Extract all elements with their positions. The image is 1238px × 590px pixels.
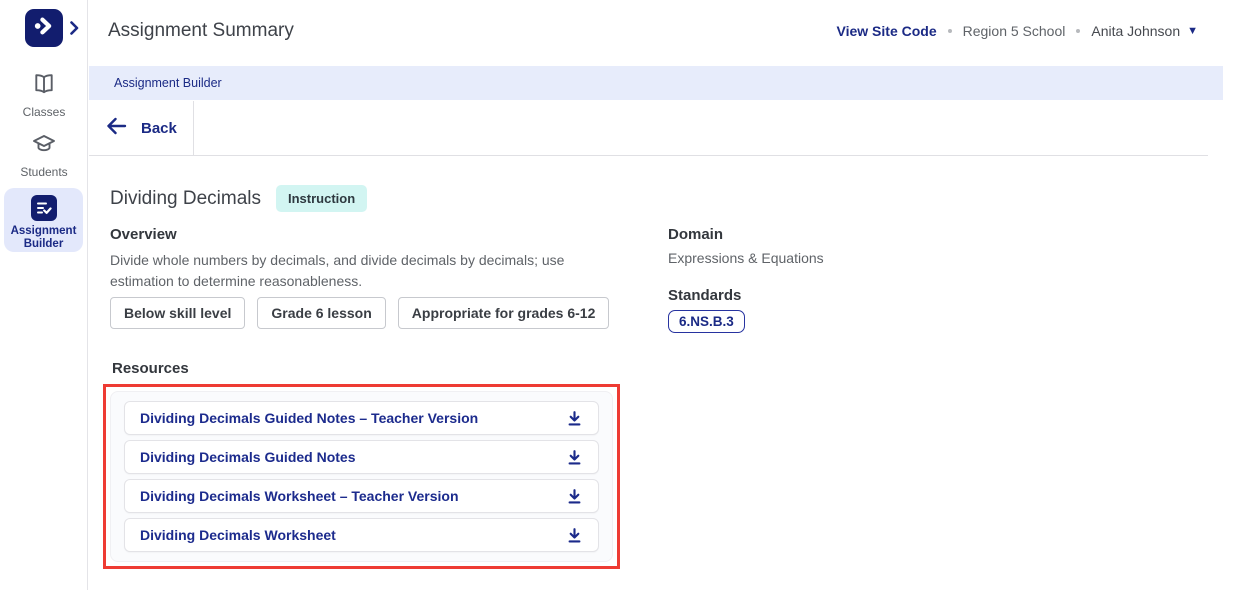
app-logo[interactable]: [25, 9, 63, 47]
resource-title: Dividing Decimals Guided Notes: [140, 449, 356, 465]
tag-appropriate-grades: Appropriate for grades 6-12: [398, 297, 610, 329]
separator-dot: [1076, 29, 1080, 33]
back-button[interactable]: Back: [106, 100, 177, 156]
resource-row[interactable]: Dividing Decimals Worksheet: [124, 518, 599, 552]
download-icon: [566, 488, 583, 505]
sidebar-expand-icon[interactable]: [70, 21, 79, 40]
assignment-builder-icon: [31, 195, 57, 221]
resource-title: Dividing Decimals Worksheet: [140, 527, 336, 543]
resource-title: Dividing Decimals Worksheet – Teacher Ve…: [140, 488, 459, 504]
header-meta: View Site Code Region 5 School Anita Joh…: [837, 23, 1198, 39]
divider: [89, 155, 1208, 156]
standards-heading: Standards: [668, 287, 741, 304]
arrow-left-icon: [106, 117, 127, 140]
download-button[interactable]: [566, 527, 583, 544]
user-name: Anita Johnson: [1091, 23, 1180, 39]
chevron-down-icon: ▼: [1187, 26, 1198, 37]
sidebar-item-label: Classes: [0, 105, 88, 119]
overview-heading: Overview: [110, 226, 177, 243]
page-title: Assignment Summary: [108, 20, 294, 42]
sidebar-item-classes[interactable]: Classes: [0, 72, 88, 119]
back-label: Back: [141, 120, 177, 137]
resource-row[interactable]: Dividing Decimals Guided Notes: [124, 440, 599, 474]
breadcrumb-bar: Assignment Builder: [89, 66, 1223, 100]
resource-row[interactable]: Dividing Decimals Worksheet – Teacher Ve…: [124, 479, 599, 513]
divider: [193, 101, 194, 156]
back-bar: Back: [89, 100, 1238, 156]
lesson-tags: Below skill level Grade 6 lesson Appropr…: [110, 297, 609, 329]
overview-text: Divide whole numbers by decimals, and di…: [110, 250, 620, 292]
resource-row[interactable]: Dividing Decimals Guided Notes – Teacher…: [124, 401, 599, 435]
resource-title: Dividing Decimals Guided Notes – Teacher…: [140, 410, 478, 426]
sidebar-item-label: Students: [0, 165, 88, 179]
sidebar-item-label: Assignment Builder: [4, 225, 83, 251]
download-icon: [566, 449, 583, 466]
lesson-title: Dividing Decimals: [110, 188, 261, 210]
domain-value: Expressions & Equations: [668, 250, 824, 266]
domain-heading: Domain: [668, 226, 723, 243]
download-button[interactable]: [566, 449, 583, 466]
lesson-title-row: Dividing Decimals Instruction: [110, 185, 367, 212]
sidebar: Classes Students Assignment Builder: [0, 0, 88, 590]
graduation-cap-icon: [0, 132, 88, 161]
standard-chip[interactable]: 6.NS.B.3: [668, 310, 745, 333]
school-name: Region 5 School: [963, 23, 1066, 39]
sidebar-item-students[interactable]: Students: [0, 132, 88, 179]
tag-grade-6-lesson: Grade 6 lesson: [257, 297, 385, 329]
instruction-badge: Instruction: [276, 185, 367, 212]
download-icon: [566, 410, 583, 427]
resources-heading: Resources: [112, 360, 189, 377]
book-icon: [0, 72, 88, 101]
resources-panel: Dividing Decimals Guided Notes – Teacher…: [110, 391, 613, 562]
download-button[interactable]: [566, 488, 583, 505]
annotation-highlight-box: Dividing Decimals Guided Notes – Teacher…: [103, 384, 620, 569]
breadcrumb[interactable]: Assignment Builder: [114, 76, 222, 90]
user-menu[interactable]: Anita Johnson ▼: [1091, 23, 1198, 39]
download-button[interactable]: [566, 410, 583, 427]
sidebar-item-assignment-builder[interactable]: Assignment Builder: [4, 188, 83, 252]
download-icon: [566, 527, 583, 544]
arrow-logo-icon: [29, 11, 59, 46]
tag-below-skill-level: Below skill level: [110, 297, 245, 329]
separator-dot: [948, 29, 952, 33]
view-site-code-link[interactable]: View Site Code: [837, 23, 937, 39]
